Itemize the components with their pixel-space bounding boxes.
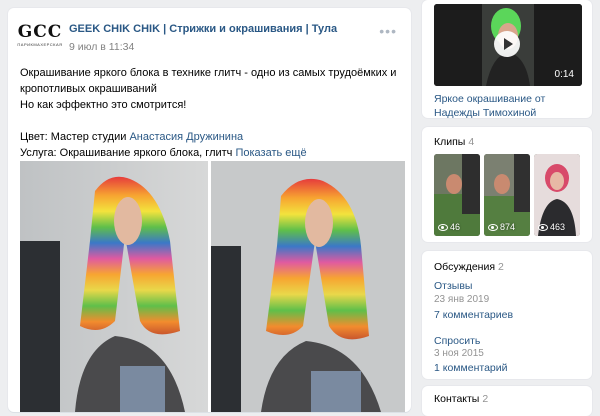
eye-icon bbox=[488, 223, 498, 231]
clip-thumbnail[interactable]: 46 bbox=[434, 154, 480, 236]
video-card: 0:14 Яркое окрашивание от Надежды Тимохи… bbox=[422, 0, 592, 120]
wall-post: GCC ПАРИКМАХЕРСКАЯ GEEK CHIK CHIK | Стри… bbox=[8, 8, 411, 412]
clips-header[interactable]: Клипы 4 bbox=[434, 136, 474, 148]
post-text-line: Но как эффектно это смотрится! bbox=[20, 99, 187, 111]
clip-thumbnail[interactable]: 463 bbox=[534, 154, 580, 236]
post-header: GCC ПАРИКМАХЕРСКАЯ GEEK CHIK CHIK | Стри… bbox=[17, 18, 401, 58]
topic-date: 23 янв 2019 bbox=[434, 294, 490, 305]
topic-date: 3 ноя 2015 bbox=[434, 348, 484, 359]
post-service-line: Услуга: Окрашивание яркого блока, глитч … bbox=[20, 147, 307, 159]
clip-views: 874 bbox=[488, 222, 515, 232]
topic-title-link[interactable]: Отзывы bbox=[434, 280, 472, 292]
post-text: Окрашивание яркого блока в технике глитч… bbox=[20, 65, 400, 161]
clip-views: 463 bbox=[538, 222, 565, 232]
topic-comments-link[interactable]: 7 комментариев bbox=[434, 309, 513, 321]
show-more-link[interactable]: Показать ещё bbox=[235, 147, 306, 159]
post-color-line: Цвет: Мастер студии Анастасия Дружинина bbox=[20, 131, 244, 143]
post-date[interactable]: 9 июл в 11:34 bbox=[69, 41, 134, 53]
clip-views: 46 bbox=[438, 222, 460, 232]
post-author-link[interactable]: GEEK CHIK CHIK | Стрижки и окрашивания |… bbox=[69, 23, 337, 35]
video-title-link[interactable]: Яркое окрашивание от Надежды Тимохиной bbox=[434, 92, 584, 120]
eye-icon bbox=[438, 223, 448, 231]
post-photo[interactable] bbox=[20, 161, 208, 412]
discussions-header[interactable]: Обсуждения 2 bbox=[434, 261, 504, 273]
logo-text: GCC bbox=[17, 21, 63, 42]
more-options-icon[interactable]: ••• bbox=[379, 24, 397, 38]
video-thumbnail[interactable]: 0:14 bbox=[434, 4, 582, 86]
post-text-line: Окрашивание яркого блока в технике глитч… bbox=[20, 67, 397, 79]
contacts-card: Контакты 2 bbox=[422, 386, 592, 416]
clips-card: Клипы 4 46 874 463 bbox=[422, 127, 592, 242]
post-photo[interactable] bbox=[211, 161, 405, 412]
master-link[interactable]: Анастасия Дружинина bbox=[129, 131, 243, 143]
contacts-header[interactable]: Контакты 2 bbox=[434, 393, 488, 405]
play-icon[interactable] bbox=[494, 31, 520, 57]
post-photos bbox=[20, 161, 405, 412]
right-sidebar: 0:14 Яркое окрашивание от Надежды Тимохи… bbox=[422, 0, 600, 416]
community-avatar[interactable]: GCC ПАРИКМАХЕРСКАЯ bbox=[17, 20, 63, 50]
clip-thumbnail[interactable]: 874 bbox=[484, 154, 530, 236]
topic-comments-link[interactable]: 1 комментарий bbox=[434, 362, 508, 374]
post-text-line: кропотливых окрашиваний bbox=[20, 83, 157, 95]
logo-subtitle: ПАРИКМАХЕРСКАЯ bbox=[17, 41, 63, 47]
topic-title-link[interactable]: Спросить bbox=[434, 335, 480, 347]
eye-icon bbox=[538, 223, 548, 231]
video-duration: 0:14 bbox=[554, 69, 574, 80]
discussions-card: Обсуждения 2 Отзывы 23 янв 2019 7 коммент… bbox=[422, 251, 592, 379]
